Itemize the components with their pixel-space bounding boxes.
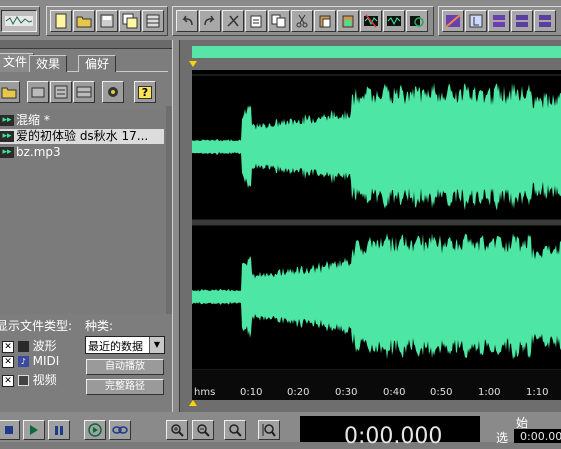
list-item[interactable]: ▸▸ 混缩 * [0,113,164,128]
waveform-editor: hms 0:10 0:20 0:30 0:40 0:50 1:00 1:10 [180,40,561,412]
tab-favorites[interactable]: 偏好 [78,55,117,72]
checkbox[interactable]: ✕ [2,374,14,387]
checkbox[interactable]: ✕ [2,355,14,368]
end-marker-icon[interactable] [189,400,197,406]
insert-multitrack-icon[interactable] [73,81,95,103]
time-tick-label: 1:00 [478,387,500,398]
main-toolbar [0,0,561,40]
time-tick-label: 0:30 [335,387,357,398]
timeline-ruler: hms 0:10 0:20 0:30 0:40 0:50 1:00 1:10 [192,370,561,400]
time-tick-label: 0:10 [240,387,262,398]
pause-icon[interactable] [48,420,70,440]
file-list: ▸▸ 混缩 * ▸▸ 爱的初体验 ds秋水 17... ▸▸ bz.mp3 [0,110,166,314]
settings-icon[interactable] [102,81,124,103]
sort-select[interactable]: 最近的数据 ▼ [85,336,165,354]
open-folder-icon[interactable] [0,81,20,103]
start-marker-icon[interactable] [189,61,197,67]
import-icon[interactable] [27,81,49,103]
envelope-view-icon[interactable] [511,10,533,32]
list-item[interactable]: ▸▸ 爱的初体验 ds秋水 17... [0,129,164,144]
filter-label: 显示文件类型: [0,319,73,333]
file-name: 爱的初体验 ds秋水 17... [16,129,149,143]
time-tick-label: 0:20 [287,387,309,398]
full-path-button[interactable]: 完整路径 [86,379,164,395]
filter-type-label: 视频 [32,373,57,387]
filter-type-label: 波形 [32,339,57,353]
clipboard-icon[interactable] [245,10,267,32]
list-item[interactable]: ▸▸ bz.mp3 [0,145,164,160]
play-to-end-icon[interactable] [84,420,106,440]
time-unit-label: hms [194,387,215,398]
panel-header [0,40,172,49]
zoom-selection-icon[interactable] [258,420,280,440]
auto-play-button[interactable]: 自动播放 [86,359,164,375]
time-tick-label: 1:10 [526,387,548,398]
midi-note-icon: ♪ [17,356,29,367]
time-tick-label: 0:40 [383,387,405,398]
zoom-out-icon[interactable] [192,420,214,440]
cut-icon[interactable] [291,10,313,32]
redo-icon[interactable] [199,10,221,32]
selection-label: 选 [496,431,509,445]
mix-paste-icon[interactable] [337,10,359,32]
waveform-file-icon: ▸▸ [0,115,14,126]
new-file-icon[interactable] [50,10,72,32]
waveform-file-icon: ▸▸ [0,147,14,158]
zoom-in-icon[interactable] [166,420,188,440]
close-file-icon[interactable] [50,81,72,103]
selection-start-field[interactable]: 0:00.000 [514,429,561,443]
save-all-icon[interactable] [119,10,141,32]
toolbar-mode-group [0,6,40,36]
open-file-icon[interactable] [73,10,95,32]
file-name: bz.mp3 [16,145,61,159]
panel-splitter[interactable] [172,40,180,412]
checkbox[interactable]: ✕ [2,340,14,353]
loop-icon[interactable] [109,420,131,440]
find-beat-icon[interactable] [406,10,428,32]
filter-video[interactable]: ✕ 视频 [2,371,57,388]
file-name: 混缩 * [16,113,50,127]
silence-icon[interactable] [383,10,405,32]
video-icon [17,375,29,386]
toolbar-file-group [46,6,168,36]
filter-midi[interactable]: ✕ ♪ MIDI [2,354,59,368]
waveform-view-icon[interactable] [1,10,37,32]
sort-label: 种类: [85,319,114,333]
filter-type-label: MIDI [32,354,60,368]
selection-start-value: 0:00.000 [520,430,561,443]
transport-bar: 0:00.000 始 选 0:00.000 [0,412,561,448]
spectral-view-icon[interactable] [442,10,464,32]
tab-effects[interactable]: 效果 [29,55,68,72]
stop-icon[interactable] [0,420,20,440]
time-display: 0:00.000 [344,424,443,449]
selection-tool-icon[interactable] [465,10,487,32]
sort-select-value: 最近的数据 [88,340,143,353]
overview-progress-bar[interactable] [192,46,561,58]
undo-icon[interactable] [176,10,198,32]
save-icon[interactable] [96,10,118,32]
toolbar-edit-group [172,6,434,36]
track-view-icon[interactable] [488,10,510,32]
filter-waveform[interactable]: ✕ 波形 [2,337,57,354]
grid-view-icon[interactable] [534,10,556,32]
zoom-full-icon[interactable] [224,420,246,440]
trim-icon[interactable] [360,10,382,32]
waveform-type-icon [17,341,29,352]
waveform-display[interactable]: hms 0:10 0:20 0:30 0:40 0:50 1:00 1:10 [192,70,561,400]
chevron-down-icon[interactable]: ▼ [149,337,164,353]
copy-icon[interactable] [268,10,290,32]
organizer-panel: 文件 效果 偏好 ? ▸▸ 混缩 * ▸▸ 爱的初体验 ds秋水 17... ▸▸ b… [0,40,172,412]
paste-icon[interactable] [314,10,336,32]
repeat-command-icon[interactable] [222,10,244,32]
waveform-file-icon: ▸▸ [0,131,14,142]
help-icon[interactable]: ? [134,81,156,103]
play-icon[interactable] [23,420,45,440]
time-tick-label: 0:50 [430,387,452,398]
time-display-panel: 0:00.000 [300,416,480,448]
toolbar-view-group [438,6,561,36]
channel-divider [192,220,561,225]
multitrack-icon[interactable] [142,10,164,32]
